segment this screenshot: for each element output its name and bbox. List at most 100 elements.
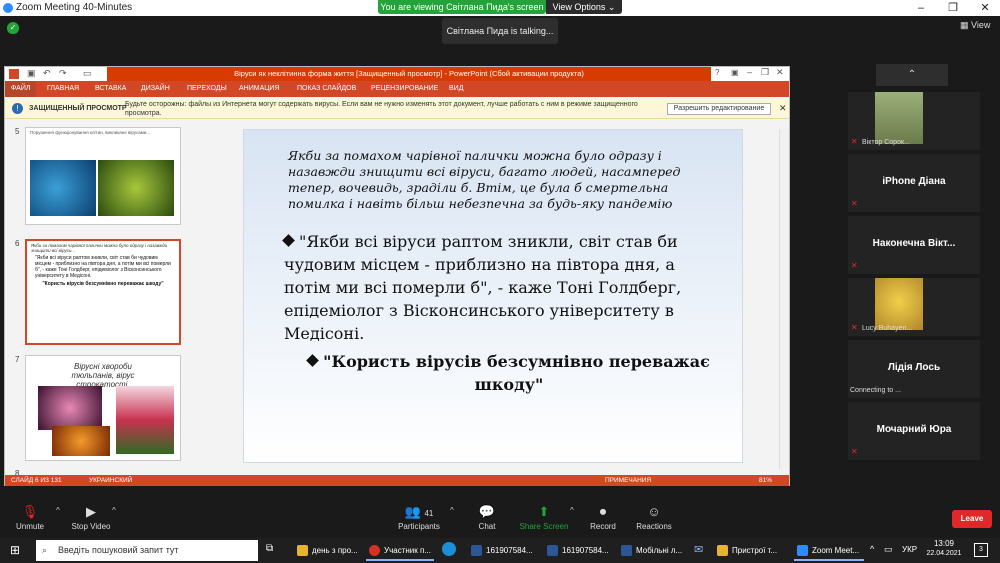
tab-slideshow[interactable]: ПОКАЗ СЛАЙДОВ — [297, 81, 356, 97]
tab-file[interactable]: ФАЙЛ — [5, 81, 37, 97]
share-options-chevron-icon[interactable]: ^ — [570, 506, 574, 515]
taskbar-item[interactable]: Zoom Meet... — [794, 540, 864, 561]
record-button[interactable]: ⏺ Record — [584, 504, 622, 531]
ppt-minimize-button[interactable]: – — [747, 67, 752, 77]
audio-options-chevron-icon[interactable]: ^ — [56, 506, 60, 515]
clock-date[interactable]: 22.04.2021 — [922, 550, 966, 557]
search-icon: ⌕ — [42, 545, 48, 555]
taskbar-item[interactable]: 161907584... — [468, 540, 536, 561]
ppt-restore-button[interactable]: ❐ — [761, 67, 769, 78]
network-icon[interactable]: ▭ — [884, 544, 893, 555]
taskbar-item[interactable]: 161907584... — [544, 540, 612, 561]
tab-review[interactable]: РЕЦЕНЗИРОВАНИЕ — [371, 81, 438, 97]
notifications-icon[interactable]: 3 — [974, 543, 988, 557]
undo-icon[interactable]: ↶ — [43, 68, 51, 79]
scroll-participants-up-icon[interactable]: ⌃ — [876, 64, 948, 86]
protected-view-close-icon[interactable]: ✕ — [779, 103, 787, 114]
chat-icon: 💬 — [478, 504, 496, 519]
tulip-image-orange — [52, 426, 110, 456]
reactions-button[interactable]: ☺ Reactions — [632, 504, 676, 531]
view-button-label: View — [971, 20, 991, 30]
tab-transitions[interactable]: ПЕРЕХОДЫ — [187, 81, 227, 97]
task-view-icon[interactable]: ⧉ — [266, 543, 273, 554]
tab-view[interactable]: ВИД — [449, 81, 463, 97]
participant-tile[interactable]: iPhone Діана ✕ — [848, 154, 980, 212]
thumbnail-slide-7[interactable]: Вірусні хвороби тюльпанів, вірус строкат… — [25, 355, 181, 461]
vertical-scrollbar[interactable] — [779, 129, 789, 469]
language-indicator[interactable]: УКРАИНСКИЙ — [89, 475, 132, 486]
current-slide[interactable]: Якби за помахом чарівної палички можна б… — [243, 129, 743, 463]
word-icon — [471, 545, 482, 556]
shield-info-icon: ! — [12, 103, 23, 114]
thumbnail-slide-6[interactable]: Якби за помахом чарівної палички можна б… — [25, 239, 181, 345]
language-indicator[interactable]: УКР — [902, 545, 917, 554]
clock-time[interactable]: 13:09 — [924, 539, 964, 548]
participant-tile[interactable]: Мочарний Юра ✕ — [848, 402, 980, 460]
windows-start-icon[interactable]: ⊞ — [10, 543, 20, 557]
search-placeholder: Введіть пошуковий запит тут — [58, 545, 179, 555]
unmute-label: Unmute — [15, 522, 44, 531]
maximize-button[interactable]: ❐ — [938, 1, 968, 15]
view-options-button[interactable]: View Options ⌄ — [546, 0, 622, 14]
participants-icon: 👥 41 — [404, 504, 434, 519]
mail-icon[interactable]: ✉ — [694, 543, 703, 556]
taskbar-item[interactable]: Мобільні л... — [618, 540, 686, 561]
taskbar-search-input[interactable]: ⌕ Введіть пошуковий запит тут — [36, 540, 258, 561]
slide-counter: СЛАЙД 6 ИЗ 131 — [11, 477, 62, 484]
thumbnail-slide-5[interactable]: Порушення функціонування клітин, виклика… — [25, 127, 181, 225]
leave-button[interactable]: Leave — [952, 510, 992, 528]
close-button[interactable]: ✕ — [970, 1, 1000, 15]
ribbon-options-icon[interactable]: ▣ — [731, 68, 739, 77]
taskbar-item-label: 161907584... — [486, 546, 533, 555]
thumb-caption: Порушення функціонування клітин, виклика… — [30, 130, 151, 135]
ppt-close-button[interactable]: ✕ — [776, 67, 784, 78]
stop-video-button[interactable]: ▶ Stop Video — [66, 504, 116, 531]
encryption-shield-icon[interactable]: ✓ — [7, 22, 19, 34]
tab-home[interactable]: ГЛАВНАЯ — [47, 81, 79, 97]
enable-editing-button[interactable]: Разрешить редактирование — [667, 103, 771, 115]
notes-button[interactable]: ПРИМЕЧАНИЯ — [605, 475, 651, 486]
connection-status: Connecting to ... — [850, 387, 901, 394]
taskbar-item[interactable]: Пристрої т... — [714, 540, 786, 561]
tab-animation[interactable]: АНИМАЦИЯ — [239, 81, 280, 97]
chrome-icon — [369, 545, 380, 556]
participant-tile[interactable]: ✕ Lucy Buhayen... — [848, 278, 980, 336]
slide-bullet-benefit: "Користь вірусів безсумнівно переважає ш… — [304, 350, 714, 396]
participant-tile[interactable]: Наконечна Вікт... ✕ — [848, 216, 980, 274]
share-screen-button[interactable]: ⬆ Share Screen — [518, 504, 570, 531]
tab-insert[interactable]: ВСТАВКА — [95, 81, 126, 97]
participant-photo — [875, 92, 923, 144]
video-options-chevron-icon[interactable]: ^ — [112, 506, 116, 515]
taskbar-item-label: день з про... — [312, 546, 358, 555]
muted-mic-icon: ✕ — [851, 261, 858, 270]
chat-label: Chat — [478, 522, 496, 531]
ppt-window-title: Віруси як неклітинна форма життя [Защище… — [107, 67, 711, 81]
edge-icon[interactable] — [442, 542, 456, 556]
zoom-icon — [797, 545, 808, 556]
share-screen-label: Share Screen — [519, 522, 569, 531]
unmute-button[interactable]: 🎙 Unmute — [10, 504, 50, 531]
taskbar-item[interactable]: день з про... — [294, 540, 358, 561]
thumb-caption: Якби за помахом чарівної палички можна б… — [31, 243, 168, 253]
view-button[interactable]: ▦ View — [960, 20, 990, 31]
tab-design[interactable]: ДИЗАЙН — [141, 81, 170, 97]
slideshow-icon[interactable]: ▭ — [83, 68, 92, 79]
save-icon[interactable]: ▣ — [27, 68, 36, 79]
participant-tile[interactable]: ✕ Віктор Сорок... — [848, 92, 980, 150]
participants-count: 41 — [424, 509, 434, 518]
chat-button[interactable]: 💬 Chat — [470, 504, 504, 531]
record-label: Record — [590, 522, 616, 531]
minimize-button[interactable]: – — [906, 1, 936, 15]
help-icon[interactable]: ? — [715, 68, 719, 77]
taskbar-item[interactable]: Участник п... — [366, 540, 434, 561]
zoom-level[interactable]: 81% — [759, 475, 772, 486]
powerpoint-window: ▣ ↶ ↷ ▭ Віруси як неклітинна форма життя… — [4, 66, 790, 486]
redo-icon[interactable]: ↷ — [59, 68, 67, 79]
tray-chevron-icon[interactable]: ^ — [870, 544, 874, 554]
participants-label: Participants — [398, 522, 440, 531]
participants-options-chevron-icon[interactable]: ^ — [450, 506, 454, 515]
taskbar-item-label: Участник п... — [384, 546, 431, 555]
participants-button[interactable]: 👥 41 Participants — [396, 504, 442, 531]
participant-tile[interactable]: Лідія Лось Connecting to ... — [848, 340, 980, 398]
zoom-logo-icon — [3, 3, 13, 13]
